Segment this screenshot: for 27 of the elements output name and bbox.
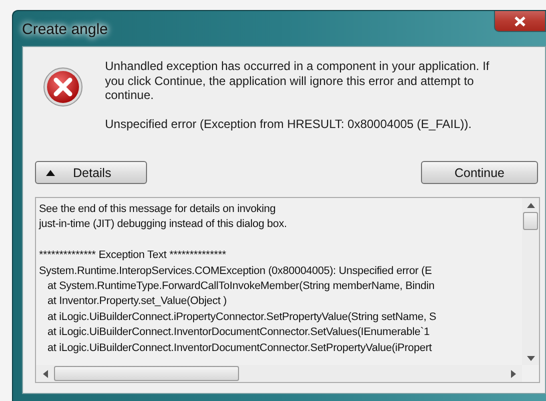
vertical-scrollbar[interactable] xyxy=(522,198,539,365)
scroll-down-icon[interactable] xyxy=(526,356,534,360)
window-title: Create angle xyxy=(22,21,108,38)
scroll-right-icon[interactable] xyxy=(510,370,516,378)
horizontal-scrollbar[interactable] xyxy=(36,365,522,382)
scroll-left-icon[interactable] xyxy=(42,370,48,378)
error-icon xyxy=(43,67,83,107)
scrollbar-thumb[interactable] xyxy=(523,212,538,230)
close-button[interactable] xyxy=(494,11,546,32)
details-text-line: System.Runtime.InteropServices.COMException (0x80004005): Unspecified error (E xyxy=(39,264,433,279)
details-text-line: at iLogic.UiBuilderConnect.InventorDocumentConnector.SetPropertyValue(iPropert xyxy=(46,340,433,356)
close-icon xyxy=(514,16,526,26)
details-text-line: ************** Exception Text ************** xyxy=(39,248,228,264)
up-triangle-icon xyxy=(46,170,55,176)
details-text-line: See the end of this message for details on invoking xyxy=(39,202,277,217)
continue-button[interactable]: Continue xyxy=(421,161,538,184)
error-message: Unhandled exception has occurred in a component in your application. If you click Continue, the application will ignore this error and attempt to continue. xyxy=(105,59,490,102)
details-text-line: at System.RuntimeType.ForwardCallToInvokeMember(String memberName, Bindin xyxy=(46,278,436,294)
error-detail: Unspecified error (Exception from HRESULT: 0x80004005 (E_FAIL)). xyxy=(105,116,473,131)
details-text-box[interactable] xyxy=(35,197,540,383)
scrollbar-thumb[interactable] xyxy=(54,366,239,381)
details-text-line: just-in-time (JIT) debugging instead of this dialog box. xyxy=(39,217,288,232)
details-text-line: at Inventor.Property.set_Value(Object ) xyxy=(46,294,228,310)
details-text-line: at iLogic.UiBuilderConnect.iPropertyConnector.SetPropertyValue(String setName, S xyxy=(46,310,438,325)
details-text-line: at iLogic.UiBuilderConnect.InventorDocumentConnector.SetValues(IEnumerable`1 xyxy=(46,325,431,340)
scroll-up-icon[interactable] xyxy=(526,202,534,208)
details-button[interactable]: Details xyxy=(35,161,147,184)
